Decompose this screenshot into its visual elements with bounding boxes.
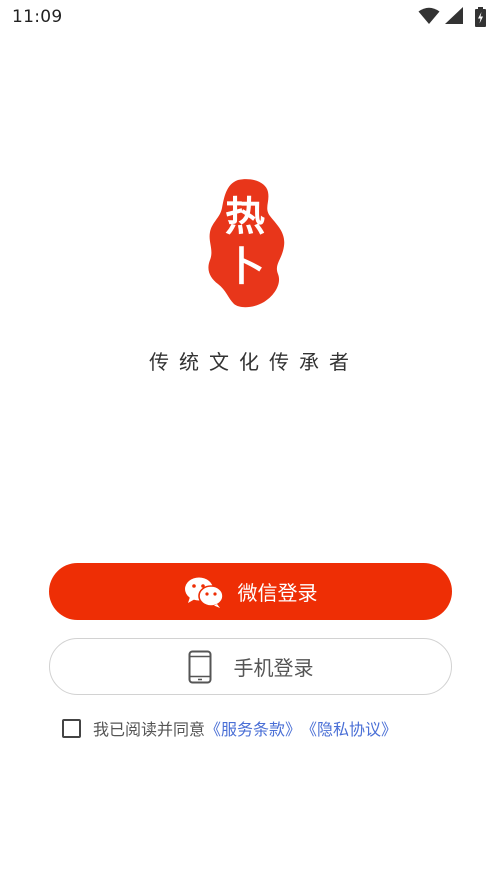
agreement-checkbox[interactable] (62, 718, 81, 738)
wechat-login-label: 微信登录 (237, 581, 318, 605)
app-logo: 热 卜 RE BU (198, 178, 288, 310)
terms-of-service-link[interactable]: 《服务条款》 (205, 716, 301, 740)
wechat-icon (184, 576, 224, 608)
battery-icon (475, 7, 486, 27)
status-time: 11:09 (12, 7, 63, 27)
phone-login-label: 手机登录 (233, 656, 314, 680)
logo-latin: RE BU (198, 264, 206, 288)
logo-hanzi-top: 热 (225, 193, 265, 240)
wechat-login-button[interactable]: 微信登录 (49, 563, 452, 620)
cellular-signal-icon (445, 7, 463, 24)
logo-hanzi-bottom: 卜 (225, 243, 265, 290)
logo-hanzi: 热 卜 (220, 192, 270, 292)
phone-icon (188, 650, 212, 684)
phone-login-button[interactable]: 手机登录 (49, 638, 452, 695)
agreement-text: 我已阅读并同意 (93, 720, 206, 739)
agreement-row: 我已阅读并同意 《服务条款》 《隐私协议》 (62, 716, 397, 740)
privacy-policy-link[interactable]: 《隐私协议》 (301, 716, 397, 740)
wifi-icon (418, 7, 440, 24)
tagline: 传统文化传承者 (149, 350, 359, 374)
status-bar: 11:09 (0, 0, 500, 34)
